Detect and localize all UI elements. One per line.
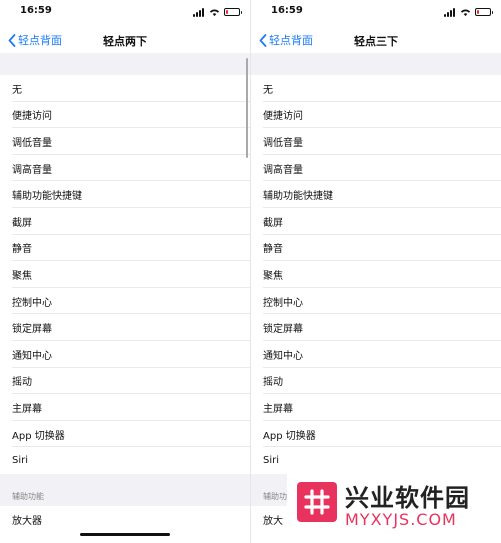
list-item-mute[interactable]: 静音 [0,235,250,262]
list-item-notification-center[interactable]: 通知中心 [251,341,501,368]
action-list: 无 便捷访问 调低音量 调高音量 辅助功能快捷键 截屏 静音 聚焦 控制中心 锁… [0,75,250,474]
list-item-siri[interactable]: Siri [0,447,250,474]
cellular-signal-icon [444,7,456,17]
list-item-none[interactable]: 无 [251,75,501,102]
accessibility-list: 放大器 [0,506,250,533]
list-item-control-center[interactable]: 控制中心 [251,288,501,315]
navigation-bar: 轻点背面 轻点三下 [251,28,501,52]
page-title: 轻点三下 [354,35,398,48]
watermark-title: 兴业软件园 [345,484,470,512]
right-screen: 16:59 轻点背面 轻点三下 无 便捷访问 调低音量 调高音量 辅助功能快捷键 [251,0,501,543]
status-time: 16:59 [271,5,303,16]
list-item-notification-center[interactable]: 通知中心 [0,341,250,368]
list-item-volume-up[interactable]: 调高音量 [0,155,250,182]
status-icons [193,7,242,17]
list-item-none[interactable]: 无 [0,75,250,102]
wifi-icon [209,8,220,16]
group-spacer [0,53,250,75]
list-item-volume-down[interactable]: 调低音量 [251,128,501,155]
status-bar: 16:59 [0,0,250,22]
section-header: 辅助功能 [12,492,44,501]
battery-icon [224,8,242,16]
list-item-screenshot[interactable]: 截屏 [0,208,250,235]
list-item-volume-down[interactable]: 调低音量 [0,128,250,155]
navigation-bar: 轻点背面 轻点两下 [0,28,250,52]
list-item-reachability[interactable]: 便捷访问 [0,102,250,129]
list-item-accessibility-shortcut[interactable]: 辅助功能快捷键 [0,181,250,208]
status-time: 16:59 [20,5,52,16]
cellular-signal-icon [193,7,205,17]
scrollbar[interactable] [246,58,248,158]
list-item-magnifier[interactable]: 放大器 [0,506,250,533]
screenshot: 16:59 轻点背面 轻点两下 无 便捷访问 调低音量 调高音量 辅助功能快捷键 [0,0,501,543]
list-item-reachability[interactable]: 便捷访问 [251,102,501,129]
action-list: 无 便捷访问 调低音量 调高音量 辅助功能快捷键 截屏 静音 聚焦 控制中心 锁… [251,75,501,474]
list-item-lock-screen[interactable]: 锁定屏幕 [0,314,250,341]
list-item-focus[interactable]: 聚焦 [0,261,250,288]
list-item-app-switcher[interactable]: App 切换器 [0,421,250,448]
list-item-home-screen[interactable]: 主屏幕 [251,394,501,421]
battery-icon [475,8,493,16]
list-item-shake[interactable]: 摇动 [251,368,501,395]
home-indicator [80,533,170,536]
list-item-shake[interactable]: 摇动 [0,368,250,395]
status-bar: 16:59 [251,0,501,22]
list-item-app-switcher[interactable]: App 切换器 [251,421,501,448]
list-item-accessibility-shortcut[interactable]: 辅助功能快捷键 [251,181,501,208]
watermark-url: MYXYJS.COM [345,510,457,529]
group-spacer [251,53,501,75]
watermark-logo-icon [297,482,337,522]
list-item-focus[interactable]: 聚焦 [251,261,501,288]
wifi-icon [460,8,471,16]
list-item-home-screen[interactable]: 主屏幕 [0,394,250,421]
list-item-mute[interactable]: 静音 [251,235,501,262]
list-item-lock-screen[interactable]: 锁定屏幕 [251,314,501,341]
status-icons [444,7,493,17]
list-item-screenshot[interactable]: 截屏 [251,208,501,235]
watermark: 兴业软件园 MYXYJS.COM [287,470,501,543]
page-title: 轻点两下 [103,35,147,48]
list-item-volume-up[interactable]: 调高音量 [251,155,501,182]
list-item-control-center[interactable]: 控制中心 [0,288,250,315]
left-screen: 16:59 轻点背面 轻点两下 无 便捷访问 调低音量 调高音量 辅助功能快捷键 [0,0,250,543]
